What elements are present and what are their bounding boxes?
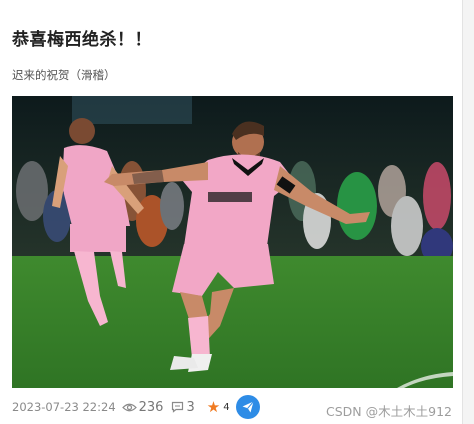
scrollbar-track[interactable] [462, 0, 474, 424]
post-summary: 迟来的祝贺（滑稽） [12, 68, 116, 82]
view-count: 236 [121, 399, 164, 415]
favorite-count: 4 [223, 401, 230, 413]
view-count-value: 236 [138, 399, 164, 415]
paper-plane-icon [242, 401, 254, 413]
share-button[interactable] [235, 395, 260, 419]
blog-post-card: 恭喜梅西绝杀！！ 迟来的祝贺（滑稽） 2023-07-23 22:24 236 … [0, 0, 474, 424]
star-icon: ★ [206, 397, 221, 416]
comment-count[interactable]: 3 [171, 399, 195, 415]
csdn-watermark: CSDN @木土木土912 [326, 404, 452, 419]
comment-count-value: 3 [186, 399, 195, 415]
celebration-photo [12, 96, 453, 388]
post-title[interactable]: 恭喜梅西绝杀！！ [12, 25, 152, 50]
eye-icon [121, 403, 137, 411]
post-image[interactable] [12, 96, 453, 388]
comment-icon [172, 401, 184, 413]
favorite-button[interactable]: ★ 4 [206, 397, 230, 416]
post-date: 2023-07-23 22:24 [12, 400, 116, 414]
